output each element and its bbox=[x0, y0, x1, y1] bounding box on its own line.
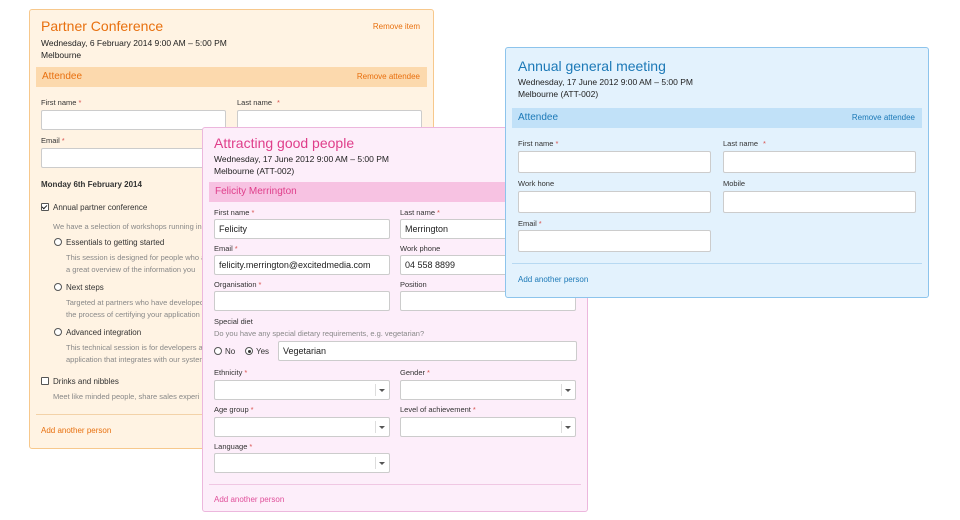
annual-general-meeting-card: Annual general meeting Wednesday, 17 Jun… bbox=[505, 47, 929, 298]
remove-item-link[interactable]: Remove item bbox=[373, 22, 420, 31]
card-title: Partner Conference bbox=[41, 18, 164, 34]
diet-details-input[interactable]: Vegetarian bbox=[278, 341, 577, 361]
attendee-name: Felicity Merrington bbox=[215, 186, 297, 197]
organisation-label: Organisation * bbox=[214, 280, 262, 289]
last-name-label: Last name * bbox=[237, 98, 280, 107]
attendee-label: Attendee bbox=[42, 71, 83, 82]
add-another-person-link[interactable]: Add another person bbox=[518, 275, 588, 284]
special-diet-question: Do you have any special dietary requirem… bbox=[214, 329, 425, 338]
age-group-label: Age group * bbox=[214, 405, 254, 414]
event-date: Wednesday, 17 June 2012 9:00 AM – 5:00 P… bbox=[214, 154, 389, 164]
add-another-person-link[interactable]: Add another person bbox=[41, 426, 111, 435]
work-phone-label: Work phone bbox=[400, 244, 441, 253]
remove-attendee-link[interactable]: Remove attendee bbox=[357, 72, 420, 81]
first-name-input[interactable] bbox=[41, 110, 226, 130]
event-location: Melbourne (ATT-002) bbox=[214, 166, 295, 176]
language-select[interactable] bbox=[214, 453, 390, 473]
workshop-essentials-desc: This session is designed for people who … bbox=[66, 253, 206, 262]
email-label: Email * bbox=[518, 219, 542, 228]
first-name-label: First name * bbox=[214, 208, 255, 217]
annual-conference-label: Annual partner conference bbox=[53, 203, 148, 212]
last-name-label: Last name * bbox=[400, 208, 440, 217]
diet-yes-radio[interactable] bbox=[245, 347, 253, 355]
first-name-input[interactable]: Felicity bbox=[214, 219, 390, 239]
email-input[interactable] bbox=[41, 148, 226, 168]
special-diet-label: Special diet bbox=[214, 317, 253, 326]
annual-conference-desc: We have a selection of workshops running… bbox=[53, 222, 202, 231]
email-input[interactable]: felicity.merrington@excitedmedia.com bbox=[214, 255, 390, 275]
age-group-select[interactable] bbox=[214, 417, 390, 437]
diet-yes-label: Yes bbox=[256, 347, 270, 356]
divider bbox=[512, 263, 922, 264]
workshop-advanced-radio[interactable] bbox=[54, 328, 62, 336]
diet-no-label: No bbox=[225, 347, 236, 356]
card-title: Annual general meeting bbox=[518, 58, 666, 74]
mobile-input[interactable] bbox=[723, 191, 916, 213]
first-name-label: First name * bbox=[41, 98, 82, 107]
ethnicity-select[interactable] bbox=[214, 380, 390, 400]
card-title: Attracting good people bbox=[214, 135, 355, 151]
attendee-label: Attendee bbox=[518, 112, 559, 123]
workshop-essentials-label: Essentials to getting started bbox=[66, 238, 165, 247]
drinks-desc: Meet like minded people, share sales exp… bbox=[53, 392, 200, 401]
workshop-next-steps-radio[interactable] bbox=[54, 283, 62, 291]
email-label: Email * bbox=[41, 136, 65, 145]
workshop-advanced-desc-2: application that integrates with our sys… bbox=[66, 355, 206, 364]
achievement-label: Level of achievement * bbox=[400, 405, 476, 414]
last-name-label: Last name * bbox=[723, 139, 766, 148]
workshop-next-steps-desc: Targeted at partners who have developed bbox=[66, 298, 205, 307]
event-date: Wednesday, 17 June 2012 9:00 AM – 5:00 P… bbox=[518, 77, 693, 87]
remove-attendee-link[interactable]: Remove attendee bbox=[852, 113, 915, 122]
event-location: Melbourne bbox=[41, 50, 82, 60]
last-name-input[interactable] bbox=[723, 151, 916, 173]
diet-no-radio[interactable] bbox=[214, 347, 222, 355]
email-input[interactable] bbox=[518, 230, 711, 252]
workshop-essentials-desc-2: a great overview of the information you bbox=[66, 265, 196, 274]
gender-select[interactable] bbox=[400, 380, 576, 400]
workshop-next-steps-desc-2: the process of certifying your applicati… bbox=[66, 310, 207, 319]
drinks-checkbox[interactable] bbox=[41, 377, 49, 385]
day-heading: Monday 6th February 2014 bbox=[41, 180, 142, 189]
drinks-label: Drinks and nibbles bbox=[53, 377, 119, 386]
workshop-next-steps-label: Next steps bbox=[66, 283, 104, 292]
work-phone-label: Work hone bbox=[518, 179, 555, 188]
first-name-input[interactable] bbox=[518, 151, 711, 173]
mobile-label: Mobile bbox=[723, 179, 746, 188]
achievement-select[interactable] bbox=[400, 417, 576, 437]
gender-label: Gender * bbox=[400, 368, 430, 377]
divider bbox=[209, 484, 581, 485]
first-name-label: First name * bbox=[518, 139, 559, 148]
position-label: Position bbox=[400, 280, 427, 289]
attendee-header: Attendee Remove attendee bbox=[512, 108, 922, 128]
email-label: Email * bbox=[214, 244, 238, 253]
language-label: Language * bbox=[214, 442, 253, 451]
event-location: Melbourne (ATT-002) bbox=[518, 89, 599, 99]
work-phone-input[interactable] bbox=[518, 191, 711, 213]
workshop-essentials-radio[interactable] bbox=[54, 238, 62, 246]
add-another-person-link[interactable]: Add another person bbox=[214, 495, 284, 504]
workshop-advanced-label: Advanced integration bbox=[66, 328, 142, 337]
event-date: Wednesday, 6 February 2014 9:00 AM – 5:0… bbox=[41, 38, 227, 48]
attendee-header: Attendee Remove attendee bbox=[36, 67, 427, 87]
annual-conference-checkbox[interactable] bbox=[41, 203, 49, 211]
ethnicity-label: Ethnicity * bbox=[214, 368, 248, 377]
organisation-input[interactable] bbox=[214, 291, 390, 311]
workshop-advanced-desc: This technical session is for developers… bbox=[66, 343, 203, 352]
